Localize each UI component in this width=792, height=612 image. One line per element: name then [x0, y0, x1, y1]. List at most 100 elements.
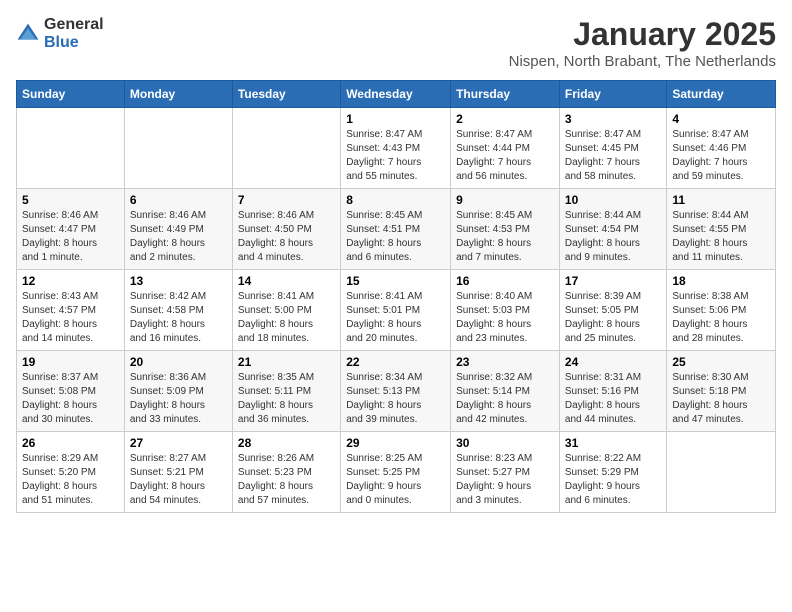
calendar-cell: 16 Sunrise: 8:40 AM Sunset: 5:03 PM Dayli…: [451, 270, 560, 351]
calendar-header-saturday: Saturday: [667, 81, 776, 108]
day-info: Sunrise: 8:42 AM Sunset: 4:58 PM Dayligh…: [130, 290, 227, 346]
day-number: 15: [346, 274, 445, 288]
day-number: 6: [130, 193, 227, 207]
day-number: 9: [456, 193, 554, 207]
calendar-week-row: 26Sunrise: 8:29 AM Sunset: 5:20 PM Dayli…: [17, 432, 776, 513]
calendar-cell: 2 Sunrise: 8:47 AM Sunset: 4:44 PM Daylig…: [451, 108, 560, 189]
calendar-cell: 14 Sunrise: 8:41 AM Sunset: 5:00 PM Dayli…: [232, 270, 340, 351]
calendar-cell: 17 Sunrise: 8:39 AM Sunset: 5:05 PM Dayli…: [559, 270, 666, 351]
day-info: Sunrise: 8:41 AM Sunset: 5:00 PM Dayligh…: [238, 290, 335, 346]
day-number: 31: [565, 436, 661, 450]
day-number: 12: [22, 274, 119, 288]
calendar-cell: 25Sunrise: 8:30 AM Sunset: 5:18 PM Dayli…: [667, 351, 776, 432]
day-number: 21: [238, 355, 335, 369]
calendar-header-wednesday: Wednesday: [341, 81, 451, 108]
calendar-header-sunday: Sunday: [17, 81, 125, 108]
day-number: 30: [456, 436, 554, 450]
calendar-cell: [232, 108, 340, 189]
calendar-cell: 19 Sunrise: 8:37 AM Sunset: 5:08 PM Dayli…: [17, 351, 125, 432]
day-info: Sunrise: 8:46 AM Sunset: 4:50 PM Dayligh…: [238, 209, 335, 265]
calendar-week-row: 5Sunrise: 8:46 AM Sunset: 4:47 PM Daylig…: [17, 189, 776, 270]
logo-text-blue: Blue: [44, 34, 104, 52]
day-info: Sunrise: 8:43 AM Sunset: 4:57 PM Dayligh…: [22, 290, 119, 346]
day-info: Sunrise: 8:37 AM Sunset: 5:08 PM Dayligh…: [22, 371, 119, 427]
calendar-cell: 28 Sunrise: 8:26 AM Sunset: 5:23 PM Dayli…: [232, 432, 340, 513]
calendar-cell: 10Sunrise: 8:44 AM Sunset: 4:54 PM Dayli…: [559, 189, 666, 270]
calendar-cell: 27 Sunrise: 8:27 AM Sunset: 5:21 PM Dayli…: [124, 432, 232, 513]
day-number: 3: [565, 112, 661, 126]
day-info: Sunrise: 8:35 AM Sunset: 5:11 PM Dayligh…: [238, 371, 335, 427]
calendar-cell: 22 Sunrise: 8:34 AM Sunset: 5:13 PM Dayli…: [341, 351, 451, 432]
day-number: 20: [130, 355, 227, 369]
day-info: Sunrise: 8:31 AM Sunset: 5:16 PM Dayligh…: [565, 371, 661, 427]
day-number: 4: [672, 112, 770, 126]
day-info: Sunrise: 8:26 AM Sunset: 5:23 PM Dayligh…: [238, 452, 335, 508]
day-info: Sunrise: 8:23 AM Sunset: 5:27 PM Dayligh…: [456, 452, 554, 508]
day-info: Sunrise: 8:47 AM Sunset: 4:44 PM Dayligh…: [456, 128, 554, 184]
calendar-cell: 6 Sunrise: 8:46 AM Sunset: 4:49 PM Daylig…: [124, 189, 232, 270]
subtitle: Nispen, North Brabant, The Netherlands: [509, 53, 776, 70]
calendar-cell: 30 Sunrise: 8:23 AM Sunset: 5:27 PM Dayli…: [451, 432, 560, 513]
day-info: Sunrise: 8:40 AM Sunset: 5:03 PM Dayligh…: [456, 290, 554, 346]
day-info: Sunrise: 8:30 AM Sunset: 5:18 PM Dayligh…: [672, 371, 770, 427]
day-info: Sunrise: 8:47 AM Sunset: 4:45 PM Dayligh…: [565, 128, 661, 184]
day-number: 29: [346, 436, 445, 450]
day-number: 2: [456, 112, 554, 126]
calendar-header-monday: Monday: [124, 81, 232, 108]
calendar-header-tuesday: Tuesday: [232, 81, 340, 108]
calendar-cell: 21 Sunrise: 8:35 AM Sunset: 5:11 PM Dayli…: [232, 351, 340, 432]
calendar-cell: 5Sunrise: 8:46 AM Sunset: 4:47 PM Daylig…: [17, 189, 125, 270]
calendar-cell: 9 Sunrise: 8:45 AM Sunset: 4:53 PM Daylig…: [451, 189, 560, 270]
day-number: 17: [565, 274, 661, 288]
day-number: 1: [346, 112, 445, 126]
calendar-cell: 29 Sunrise: 8:25 AM Sunset: 5:25 PM Dayli…: [341, 432, 451, 513]
calendar-cell: [17, 108, 125, 189]
calendar-cell: 26Sunrise: 8:29 AM Sunset: 5:20 PM Dayli…: [17, 432, 125, 513]
title-section: January 2025 Nispen, North Brabant, The …: [509, 16, 776, 70]
day-number: 28: [238, 436, 335, 450]
day-info: Sunrise: 8:45 AM Sunset: 4:51 PM Dayligh…: [346, 209, 445, 265]
calendar-cell: 31 Sunrise: 8:22 AM Sunset: 5:29 PM Dayli…: [559, 432, 666, 513]
calendar-cell: 11Sunrise: 8:44 AM Sunset: 4:55 PM Dayli…: [667, 189, 776, 270]
day-info: Sunrise: 8:27 AM Sunset: 5:21 PM Dayligh…: [130, 452, 227, 508]
calendar-cell: 15 Sunrise: 8:41 AM Sunset: 5:01 PM Dayli…: [341, 270, 451, 351]
calendar-cell: 20Sunrise: 8:36 AM Sunset: 5:09 PM Dayli…: [124, 351, 232, 432]
calendar-cell: 4 Sunrise: 8:47 AM Sunset: 4:46 PM Daylig…: [667, 108, 776, 189]
day-info: Sunrise: 8:44 AM Sunset: 4:54 PM Dayligh…: [565, 209, 661, 265]
day-info: Sunrise: 8:34 AM Sunset: 5:13 PM Dayligh…: [346, 371, 445, 427]
calendar-cell: [124, 108, 232, 189]
calendar-cell: 12 Sunrise: 8:43 AM Sunset: 4:57 PM Dayli…: [17, 270, 125, 351]
day-number: 8: [346, 193, 445, 207]
day-number: 19: [22, 355, 119, 369]
day-number: 7: [238, 193, 335, 207]
calendar-header-friday: Friday: [559, 81, 666, 108]
day-info: Sunrise: 8:39 AM Sunset: 5:05 PM Dayligh…: [565, 290, 661, 346]
logo-icon: [16, 22, 40, 46]
day-number: 16: [456, 274, 554, 288]
day-info: Sunrise: 8:25 AM Sunset: 5:25 PM Dayligh…: [346, 452, 445, 508]
calendar-cell: 24 Sunrise: 8:31 AM Sunset: 5:16 PM Dayli…: [559, 351, 666, 432]
calendar-header-row: SundayMondayTuesdayWednesdayThursdayFrid…: [17, 81, 776, 108]
calendar-week-row: 1Sunrise: 8:47 AM Sunset: 4:43 PM Daylig…: [17, 108, 776, 189]
day-info: Sunrise: 8:22 AM Sunset: 5:29 PM Dayligh…: [565, 452, 661, 508]
day-number: 22: [346, 355, 445, 369]
calendar-week-row: 19 Sunrise: 8:37 AM Sunset: 5:08 PM Dayli…: [17, 351, 776, 432]
calendar-cell: 23 Sunrise: 8:32 AM Sunset: 5:14 PM Dayli…: [451, 351, 560, 432]
calendar-week-row: 12 Sunrise: 8:43 AM Sunset: 4:57 PM Dayli…: [17, 270, 776, 351]
day-number: 27: [130, 436, 227, 450]
day-info: Sunrise: 8:32 AM Sunset: 5:14 PM Dayligh…: [456, 371, 554, 427]
day-info: Sunrise: 8:46 AM Sunset: 4:49 PM Dayligh…: [130, 209, 227, 265]
day-info: Sunrise: 8:45 AM Sunset: 4:53 PM Dayligh…: [456, 209, 554, 265]
day-number: 11: [672, 193, 770, 207]
day-number: 5: [22, 193, 119, 207]
day-info: Sunrise: 8:38 AM Sunset: 5:06 PM Dayligh…: [672, 290, 770, 346]
day-number: 13: [130, 274, 227, 288]
calendar-cell: 8 Sunrise: 8:45 AM Sunset: 4:51 PM Daylig…: [341, 189, 451, 270]
day-number: 14: [238, 274, 335, 288]
day-info: Sunrise: 8:47 AM Sunset: 4:46 PM Dayligh…: [672, 128, 770, 184]
day-number: 23: [456, 355, 554, 369]
day-number: 24: [565, 355, 661, 369]
calendar-cell: 3 Sunrise: 8:47 AM Sunset: 4:45 PM Daylig…: [559, 108, 666, 189]
day-info: Sunrise: 8:41 AM Sunset: 5:01 PM Dayligh…: [346, 290, 445, 346]
calendar-header-thursday: Thursday: [451, 81, 560, 108]
